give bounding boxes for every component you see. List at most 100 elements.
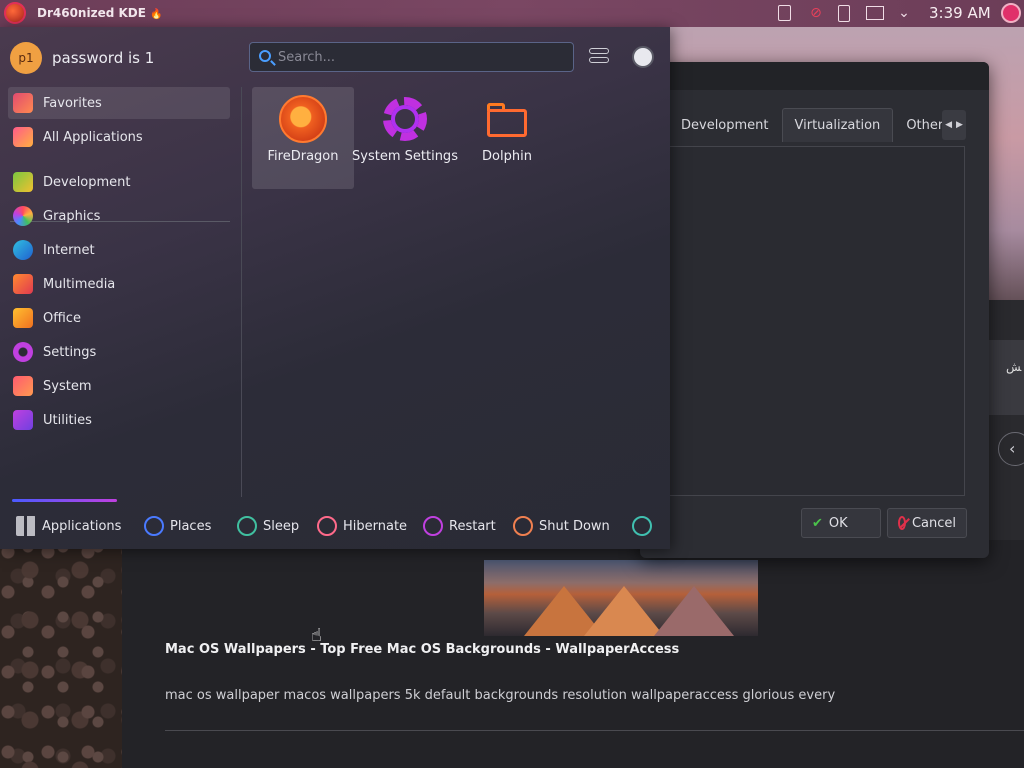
compass-icon (144, 516, 164, 536)
places-tab[interactable]: Places (144, 513, 211, 539)
app-tile-system-settings[interactable]: System Settings (352, 87, 458, 189)
search-icon (259, 50, 271, 62)
cancel-icon (898, 516, 906, 530)
settings-icon (13, 342, 33, 362)
sidebar-item-graphics[interactable]: Graphics (8, 200, 230, 232)
avatar[interactable]: p1 (10, 42, 42, 74)
office-icon (13, 308, 33, 328)
sidebar-item-multimedia[interactable]: Multimedia (8, 268, 230, 300)
search-input[interactable] (278, 47, 568, 67)
display-icon[interactable] (866, 6, 884, 20)
browser-side-strip: ﺶ (988, 300, 1024, 540)
places-label: Places (170, 518, 212, 534)
tab-content-panel (668, 146, 965, 496)
sidebar-item-utilities[interactable]: Utilities (8, 404, 230, 436)
user-name: password is 1 (52, 49, 155, 67)
sidebar-item-label: All Applications (43, 129, 143, 145)
internet-icon (13, 240, 33, 260)
configure-icon[interactable] (589, 48, 609, 66)
sleep-label: Sleep (263, 518, 300, 534)
sidebar-item-all-applications[interactable]: All Applications (8, 121, 230, 153)
app-label: System Settings (352, 149, 458, 164)
sidebar-item-label: Graphics (43, 208, 101, 224)
sidebar-item-label: Favorites (43, 95, 102, 111)
app-tile-dolphin[interactable]: Dolphin (456, 87, 558, 189)
user-icon[interactable] (1001, 3, 1021, 23)
top-panel: Dr460nized KDE 🔥 ⊘ ⌄ 3:39 AM (0, 0, 1024, 27)
cancel-button[interactable]: Cancel (887, 508, 967, 538)
hibernate-icon (317, 516, 337, 536)
sidebar-item-office[interactable]: Office (8, 302, 230, 334)
restart-icon (423, 516, 443, 536)
search-result-image[interactable] (484, 560, 758, 636)
leave-icon (632, 516, 652, 536)
active-window-title: Dr460nized KDE 🔥 (37, 6, 163, 20)
dialog-titlebar[interactable] (640, 62, 989, 90)
settings-dialog: Development Virtualization Other ◀ ▶ ✔ OK… (640, 62, 989, 558)
folder-icon (483, 95, 531, 143)
application-launcher: p1 password is 1 Favorites All Applicati… (0, 27, 670, 549)
shut-down-label: Shut Down (539, 518, 610, 534)
clock[interactable]: 3:39 AM (929, 4, 991, 22)
sidebar-item-label: Utilities (43, 412, 92, 428)
sidebar-item-label: Internet (43, 242, 95, 258)
app-label: Dolphin (482, 149, 532, 164)
search-box[interactable] (249, 42, 574, 72)
search-result-title[interactable]: Mac OS Wallpapers - Top Free Mac OS Back… (165, 642, 679, 657)
flame-icon: 🔥 (150, 9, 163, 20)
applications-label: Applications (42, 518, 122, 534)
sidebar-item-favorites[interactable]: Favorites (8, 87, 230, 119)
sidebar-item-settings[interactable]: Settings (8, 336, 230, 368)
dragon-logo-icon[interactable] (4, 2, 26, 24)
ok-label: OK (828, 515, 848, 531)
gear-icon (381, 95, 429, 143)
arrow-right-icon[interactable]: ▶ (956, 120, 963, 130)
sidebar-item-system[interactable]: System (8, 370, 230, 402)
tab-scroll-arrows[interactable]: ◀ ▶ (942, 110, 966, 140)
chevron-down-icon[interactable]: ⌄ (896, 5, 912, 21)
leave-menu-button[interactable] (632, 513, 658, 539)
cancel-label: Cancel (911, 515, 956, 531)
sidebar-separator (241, 87, 242, 497)
clipboard-icon[interactable] (778, 5, 791, 21)
active-tab-indicator (12, 499, 117, 502)
hand-cursor-icon: ☝ (311, 625, 322, 646)
app-label: FireDragon (267, 149, 339, 164)
firedragon-icon (279, 95, 327, 143)
window-title-text: Dr460nized KDE (37, 6, 146, 20)
multimedia-icon (13, 274, 33, 294)
sidebar-item-development[interactable]: Development (8, 166, 230, 198)
sidebar-item-label: Multimedia (43, 276, 116, 292)
applications-tab[interactable]: Applications (16, 513, 121, 539)
search-result-description: mac os wallpaper macos wallpapers 5k def… (165, 688, 836, 703)
sidebar-item-label: System (43, 378, 92, 394)
usb-icon[interactable] (838, 5, 850, 22)
sidebar-item-internet[interactable]: Internet (8, 234, 230, 266)
apps-grid-icon (16, 516, 36, 536)
ok-button[interactable]: ✔ OK (801, 508, 881, 538)
checkmark-icon: ✔ (812, 515, 823, 531)
graphics-icon (13, 206, 33, 226)
back-arrow-button[interactable]: ‹ (998, 432, 1024, 466)
utilities-icon (13, 410, 33, 430)
dialog-tab-bar: Development Virtualization Other (668, 108, 956, 142)
sidebar-item-label: Development (43, 174, 131, 190)
system-icon (13, 376, 33, 396)
hibernate-label: Hibernate (343, 518, 408, 534)
pin-toggle-icon[interactable] (632, 46, 654, 68)
network-icon[interactable]: ⊘ (808, 5, 824, 21)
tab-development[interactable]: Development (668, 108, 782, 142)
arrow-left-icon[interactable]: ◀ (945, 120, 952, 130)
tab-virtualization[interactable]: Virtualization (781, 108, 894, 142)
app-tile-firedragon[interactable]: FireDragon (252, 87, 354, 189)
shut-down-button[interactable]: Shut Down (513, 513, 610, 539)
power-icon (513, 516, 533, 536)
sleep-icon (237, 516, 257, 536)
hibernate-button[interactable]: Hibernate (317, 513, 407, 539)
restart-label: Restart (449, 518, 496, 534)
restart-button[interactable]: Restart (423, 513, 496, 539)
category-sidebar: Favorites All Applications Development G… (0, 87, 240, 507)
sidebar-item-label: Office (43, 310, 81, 326)
sleep-button[interactable]: Sleep (237, 513, 299, 539)
development-icon (13, 172, 33, 192)
